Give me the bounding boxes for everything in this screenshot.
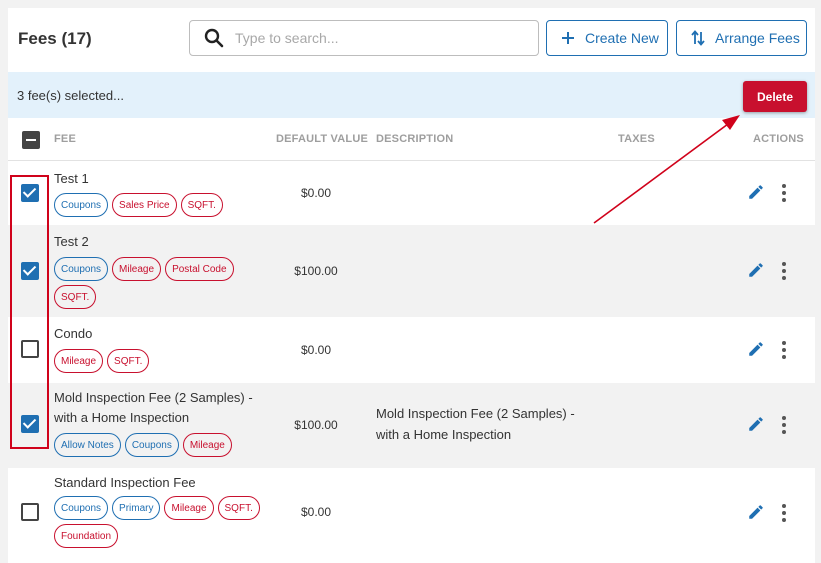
create-new-label: Create New: [585, 30, 659, 46]
select-all-checkbox[interactable]: [22, 131, 40, 149]
more-vertical-icon[interactable]: [778, 503, 790, 523]
fee-description: Mold Inspection Fee (2 Samples) - with a…: [376, 406, 575, 442]
plus-icon: [561, 31, 575, 45]
column-taxes: TAXES: [618, 133, 655, 145]
tag: SQFT.: [107, 349, 150, 373]
fee-name: Standard Inspection Fee: [54, 475, 196, 490]
column-default-value: DEFAULT VALUE: [276, 133, 369, 145]
more-vertical-icon[interactable]: [778, 340, 790, 360]
pencil-icon[interactable]: [747, 340, 765, 358]
arrange-fees-button[interactable]: Arrange Fees: [676, 20, 807, 56]
tag: Mileage: [112, 257, 162, 281]
search-box[interactable]: [189, 20, 539, 56]
delete-button[interactable]: Delete: [743, 81, 807, 112]
tag: Mileage: [54, 349, 104, 373]
tag: Allow Notes: [54, 433, 121, 457]
fees-card: Fees (17) Create New A: [8, 8, 815, 563]
fee-name: Condo: [54, 326, 93, 341]
table-header: FEE DEFAULT VALUE DESCRIPTION TAXES ACTI…: [8, 118, 815, 161]
tag: SQFT.: [180, 193, 223, 217]
column-fee: FEE: [54, 133, 76, 145]
fees-header: Fees (17) Create New A: [8, 8, 815, 72]
more-vertical-icon[interactable]: [778, 415, 790, 435]
fee-default-value: $0.00: [300, 343, 332, 357]
page-title: Fees (17): [18, 29, 92, 48]
pencil-icon[interactable]: [747, 183, 765, 201]
fee-name: Mold Inspection Fee (2 Samples) - with a…: [54, 390, 253, 425]
more-vertical-icon[interactable]: [778, 183, 790, 203]
tag: Coupons: [54, 496, 109, 520]
tag: SQFT.: [217, 496, 260, 520]
selection-count: 3 fee(s) selected...: [17, 88, 124, 103]
sort-arrows-icon: [691, 30, 705, 46]
fee-tags: Coupons Sales Price SQFT.: [54, 193, 264, 217]
column-description: DESCRIPTION: [376, 133, 454, 145]
tag: Sales Price: [112, 193, 177, 217]
tag: Coupons: [54, 257, 109, 281]
create-new-button[interactable]: Create New: [546, 20, 668, 56]
tag: Coupons: [124, 433, 179, 457]
fee-default-value: $100.00: [294, 418, 338, 432]
fee-default-value: $0.00: [300, 186, 332, 200]
pencil-icon[interactable]: [747, 503, 765, 521]
more-vertical-icon[interactable]: [778, 261, 790, 281]
fee-default-value: $100.00: [294, 264, 338, 278]
selection-bar: 3 fee(s) selected... Delete: [8, 72, 815, 118]
fee-tags: Coupons Primary Mileage SQFT. Foundation: [54, 496, 264, 548]
fee-name: Test 1: [54, 171, 89, 186]
fee-name: Test 2: [54, 234, 89, 249]
tag: Primary: [112, 496, 161, 520]
table-row: Condo Mileage SQFT. $0.00: [8, 317, 815, 383]
arrange-fees-label: Arrange Fees: [715, 30, 800, 46]
table-row: Test 1 Coupons Sales Price SQFT. $0.00: [8, 161, 815, 225]
tag: SQFT.: [54, 285, 97, 309]
fee-tags: Coupons Mileage Postal Code SQFT.: [54, 257, 264, 309]
pencil-icon[interactable]: [747, 261, 765, 279]
fee-tags: Mileage SQFT.: [54, 349, 264, 373]
search-input[interactable]: [235, 27, 525, 49]
tag: Mileage: [182, 433, 232, 457]
table-row: Standard Inspection Fee Coupons Primary …: [8, 468, 815, 563]
pencil-icon[interactable]: [747, 415, 765, 433]
table-row: Test 2 Coupons Mileage Postal Code SQFT.…: [8, 225, 815, 317]
tag: Postal Code: [165, 257, 234, 281]
annotation-highlight-box: [10, 175, 49, 449]
tag: Coupons: [54, 193, 109, 217]
row-checkbox[interactable]: [21, 503, 39, 521]
fee-default-value: $0.00: [300, 505, 332, 519]
column-actions: ACTIONS: [753, 133, 804, 145]
tag: Mileage: [164, 496, 214, 520]
tag: Foundation: [54, 524, 119, 548]
table-row: Mold Inspection Fee (2 Samples) - with a…: [8, 383, 815, 468]
search-icon: [204, 28, 224, 48]
fee-tags: Allow Notes Coupons Mileage: [54, 433, 264, 457]
